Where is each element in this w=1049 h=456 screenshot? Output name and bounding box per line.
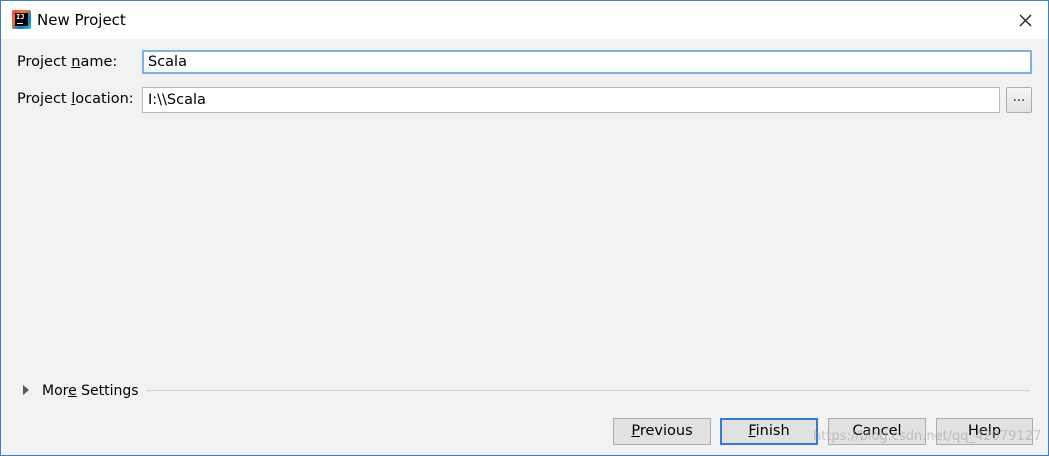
project-name-label: Project name:	[17, 54, 118, 70]
finish-button[interactable]: Finish	[720, 418, 818, 445]
new-project-dialog: IJ New Project Project name: Scala Proje…	[0, 0, 1049, 456]
expand-triangle-icon	[23, 385, 29, 395]
browse-location-button[interactable]: ...	[1006, 87, 1032, 113]
project-location-input[interactable]: I:\\Scala	[142, 87, 1000, 113]
more-settings-label: More Settings	[42, 383, 139, 399]
watermark-text: https://blog.csdn.net/qq_42079127	[813, 429, 1042, 444]
project-name-value: Scala	[148, 54, 187, 70]
previous-button[interactable]: Previous	[613, 418, 711, 445]
close-button[interactable]	[1012, 7, 1038, 33]
more-settings-divider	[146, 390, 1030, 391]
project-name-input[interactable]: Scala	[142, 50, 1032, 74]
title-bar: IJ New Project	[1, 1, 1048, 39]
project-location-value: I:\\Scala	[148, 92, 206, 108]
project-location-label: Project location:	[17, 91, 134, 107]
close-icon	[1019, 14, 1032, 27]
window-title: New Project	[37, 11, 126, 29]
intellij-idea-icon: IJ	[12, 10, 31, 29]
